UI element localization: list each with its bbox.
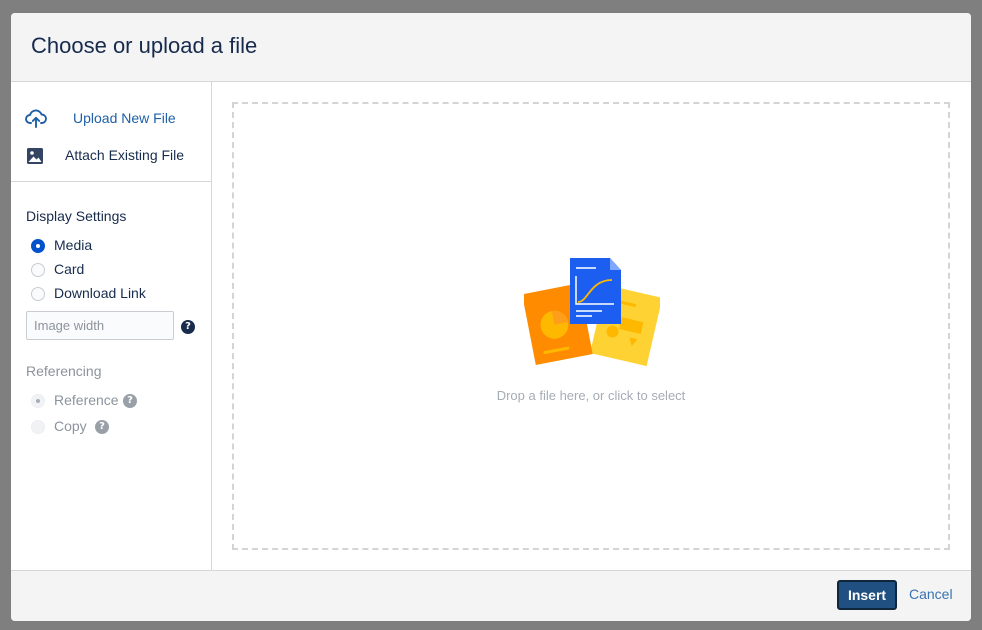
image-icon <box>25 146 45 166</box>
insert-button[interactable]: Insert <box>837 580 897 610</box>
referencing-heading: Referencing <box>26 363 102 379</box>
main-content: Drop a file here, or click to select <box>212 82 971 570</box>
sidebar: Upload New File Attach Existing File Dis… <box>11 82 212 570</box>
display-settings-heading: Display Settings <box>26 208 127 224</box>
file-dropzone[interactable]: Drop a file here, or click to select <box>232 102 950 550</box>
dropzone-text: Drop a file here, or click to select <box>496 388 686 403</box>
nav-attach-label: Attach Existing File <box>65 147 185 163</box>
radio-copy-control[interactable] <box>31 420 45 434</box>
radio-media-control[interactable] <box>31 239 45 253</box>
reference-help-icon[interactable]: ? <box>123 394 137 408</box>
nav-attach-existing-file[interactable]: Attach Existing File <box>11 140 211 170</box>
dialog-header: Choose or upload a file <box>11 13 971 82</box>
image-width-input[interactable] <box>26 311 174 340</box>
radio-card-label: Card <box>54 261 85 277</box>
file-dialog: Choose or upload a file Upload New File … <box>11 13 971 621</box>
radio-copy-label: Copy <box>54 418 87 434</box>
radio-reference-label: Reference <box>54 392 119 408</box>
sidebar-divider <box>11 181 211 182</box>
radio-reference-control[interactable] <box>31 394 45 408</box>
radio-card-control[interactable] <box>31 263 45 277</box>
image-width-help-icon[interactable]: ? <box>181 320 195 334</box>
nav-upload-new-file[interactable]: Upload New File <box>11 103 211 133</box>
radio-download-link-label: Download Link <box>54 285 146 301</box>
dialog-title: Choose or upload a file <box>31 33 258 58</box>
nav-upload-label: Upload New File <box>73 110 176 126</box>
files-illustration-icon <box>522 256 663 377</box>
cloud-upload-icon <box>25 109 47 129</box>
radio-media-label: Media <box>54 237 93 253</box>
dialog-footer: Insert Cancel <box>11 570 971 621</box>
copy-help-icon[interactable]: ? <box>95 420 109 434</box>
cancel-button[interactable]: Cancel <box>909 586 953 602</box>
radio-download-link-control[interactable] <box>31 287 45 301</box>
